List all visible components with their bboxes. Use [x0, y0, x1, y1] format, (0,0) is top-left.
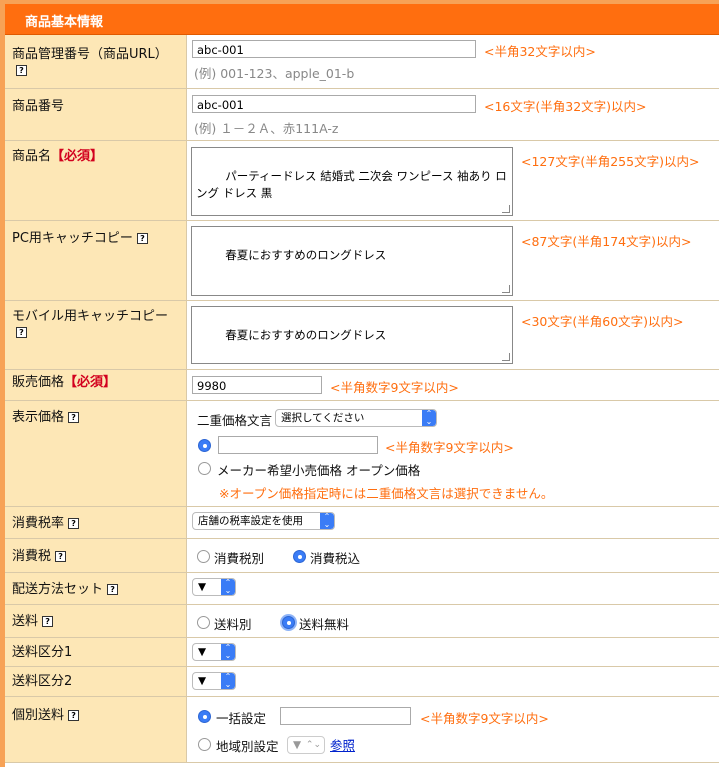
management-number-label: 商品管理番号（商品URL） — [12, 47, 168, 62]
sale-price-label: 販売価格 — [12, 375, 65, 390]
row-display-price: 表示価格? 二重価格文言 選択してください ⌃ ⌄ <半角数字9文字以内> メーカ… — [5, 401, 719, 507]
management-number-example: (例) 001-123、apple_01-b — [194, 66, 355, 81]
shipping-class-1-select[interactable]: ▼ ⌃ ⌄ — [192, 643, 236, 661]
mobile-catch-copy-textarea[interactable]: 春夏におすすめのロングドレス — [191, 306, 513, 364]
row-tax: 消費税? 消費税別 消費税込 — [5, 539, 719, 573]
help-icon[interactable]: ? — [42, 616, 54, 627]
select-arrows-icon: ⌃⌄ — [221, 579, 235, 595]
management-number-input[interactable]: abc-001 — [192, 40, 476, 58]
row-pc-catch-copy: PC用キャッチコピー? 春夏におすすめのロングドレス <87文字(半角174文字… — [5, 221, 719, 301]
row-shipping-class-1: 送料区分1 ▼ ⌃ ⌄ — [5, 638, 719, 667]
shipping-free-radio[interactable] — [282, 616, 295, 629]
bulk-setting-label: 一括設定 — [216, 711, 267, 726]
shipping-fee-label: 送料 — [12, 614, 39, 629]
row-sale-price: 販売価格【必須】 9980 <半角数字9文字以内> — [5, 370, 719, 401]
regional-setting-radio[interactable] — [198, 738, 211, 751]
product-name-textarea[interactable]: パーティードレス 結婚式 二次会 ワンピース 袖あり ロング ドレス 黒 — [191, 147, 513, 216]
tax-rate-label: 消費税率 — [12, 516, 65, 531]
row-delivery-method-set: 配送方法セット? ▼ ⌃ ⌄ — [5, 573, 719, 605]
product-number-label: 商品番号 — [12, 99, 65, 114]
shipping-class-1-label: 送料区分1 — [12, 645, 73, 660]
mobile-catch-copy-note: <30文字(半角60文字)以内> — [521, 314, 684, 329]
help-icon[interactable]: ? — [16, 327, 27, 338]
product-number-input[interactable]: abc-001 — [192, 95, 476, 113]
tax-excluded-label: 消費税別 — [214, 551, 265, 566]
sale-price-input[interactable]: 9980 — [192, 376, 322, 394]
reference-link[interactable]: 参照 — [330, 735, 355, 754]
select-arrows-icon: ⌃⌄ — [320, 513, 334, 529]
delivery-method-set-select[interactable]: ▼ ⌃ ⌄ — [192, 578, 236, 596]
row-individual-shipping: 個別送料? 一括設定 <半角数字9文字以内> 地域別設定 ▼ ⌃⌄ 参照 — [5, 697, 719, 763]
row-mobile-catch-copy: モバイル用キャッチコピー ? 春夏におすすめのロングドレス <30文字(半角60… — [5, 301, 719, 370]
row-product-number: 商品番号 abc-001 <16文字(半角32文字)以内> (例) １－２Ａ、赤… — [5, 89, 719, 141]
help-icon[interactable]: ? — [68, 710, 80, 721]
row-tax-rate: 消費税率? 店舗の税率設定を使用 ⌃ ⌄ — [5, 507, 719, 539]
bulk-setting-note: <半角数字9文字以内> — [420, 711, 549, 726]
row-product-name: 商品名【必須】 パーティードレス 結婚式 二次会 ワンピース 袖あり ロング ド… — [5, 141, 719, 221]
shipping-separate-label: 送料別 — [214, 617, 252, 632]
section-title: 商品基本情報 — [25, 15, 104, 30]
shipping-free-label: 送料無料 — [299, 617, 350, 632]
display-price-label: 表示価格 — [12, 410, 65, 425]
display-price-input-radio[interactable] — [198, 439, 211, 452]
help-icon[interactable]: ? — [55, 551, 67, 562]
shipping-class-2-label: 送料区分2 — [12, 674, 73, 689]
management-number-note: <半角32文字以内> — [484, 44, 596, 59]
product-number-example: (例) １－２Ａ、赤111A-z — [194, 121, 339, 136]
double-price-select[interactable]: 選択してください ⌃ ⌄ — [275, 409, 437, 427]
product-basic-info-form: 商品基本情報 商品管理番号（商品URL） ? abc-001 <半角32文字以内… — [0, 0, 719, 767]
select-arrows-icon: ⌃⌄ — [422, 410, 436, 426]
individual-shipping-label: 個別送料 — [12, 708, 65, 723]
pc-catch-copy-label: PC用キャッチコピー — [12, 231, 133, 246]
tax-included-radio[interactable] — [293, 550, 306, 563]
help-icon[interactable]: ? — [16, 65, 27, 76]
tax-excluded-radio[interactable] — [197, 550, 210, 563]
product-name-label: 商品名 — [12, 149, 52, 164]
regional-setting-label: 地域別設定 — [216, 739, 279, 754]
bulk-setting-input[interactable] — [280, 707, 411, 725]
product-name-note: <127文字(半角255文字)以内> — [521, 154, 700, 169]
tax-label: 消費税 — [12, 549, 52, 564]
pc-catch-copy-note: <87文字(半角174文字)以内> — [521, 234, 692, 249]
select-arrows-icon: ⌃⌄ — [221, 644, 235, 660]
double-price-label: 二重価格文言 — [197, 413, 273, 428]
shipping-class-2-select[interactable]: ▼ ⌃ ⌄ — [192, 672, 236, 690]
resize-handle[interactable] — [502, 285, 510, 293]
tax-included-label: 消費税込 — [310, 551, 361, 566]
bulk-setting-radio[interactable] — [198, 710, 211, 723]
required-badge: 【必須】 — [64, 375, 117, 390]
help-icon[interactable]: ? — [68, 412, 80, 423]
shipping-separate-radio[interactable] — [197, 616, 210, 629]
display-price-input[interactable] — [218, 436, 378, 454]
tax-rate-select[interactable]: 店舗の税率設定を使用 ⌃ ⌄ — [192, 512, 335, 530]
resize-handle[interactable] — [502, 205, 510, 213]
row-shipping-class-2: 送料区分2 ▼ ⌃ ⌄ — [5, 667, 719, 697]
select-arrows-icon: ⌃⌄ — [305, 740, 321, 750]
open-price-warning: ※オープン価格指定時には二重価格文言は選択できません。 — [219, 486, 554, 501]
delivery-method-set-label: 配送方法セット — [12, 582, 104, 597]
sale-price-note: <半角数字9文字以内> — [330, 380, 459, 395]
help-icon[interactable]: ? — [68, 518, 80, 529]
regional-setting-select[interactable]: ▼ ⌃⌄ — [287, 736, 325, 754]
open-price-radio[interactable] — [198, 462, 211, 475]
row-shipping-fee: 送料? 送料別 送料無料 — [5, 605, 719, 638]
open-price-label: メーカー希望小売価格 オープン価格 — [217, 463, 421, 478]
pc-catch-copy-textarea[interactable]: 春夏におすすめのロングドレス — [191, 226, 513, 296]
help-icon[interactable]: ? — [107, 584, 119, 595]
row-management-number: 商品管理番号（商品URL） ? abc-001 <半角32文字以内> (例) 0… — [5, 35, 719, 89]
help-icon[interactable]: ? — [136, 233, 148, 244]
select-arrows-icon: ⌃⌄ — [221, 673, 235, 689]
required-badge: 【必須】 — [51, 149, 104, 164]
section-header: 商品基本情報 — [5, 4, 719, 35]
mobile-catch-copy-label: モバイル用キャッチコピー — [12, 309, 169, 324]
product-number-note: <16文字(半角32文字)以内> — [484, 99, 647, 114]
display-price-note: <半角数字9文字以内> — [385, 440, 514, 455]
resize-handle[interactable] — [502, 353, 510, 361]
